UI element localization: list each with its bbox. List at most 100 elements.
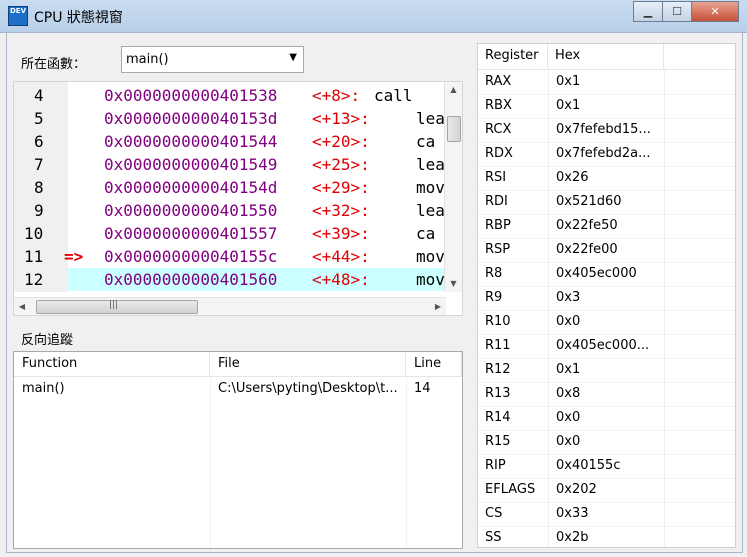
register-hex-value: 0x22fe00: [548, 238, 664, 262]
instruction-offset: <+39>:: [312, 224, 370, 243]
register-row[interactable]: R11 0x405ec000...: [478, 334, 735, 359]
table-row[interactable]: main() C:\Users\pyting\Desktop\t... 14: [14, 377, 462, 401]
instruction-offset: <+44>:: [312, 247, 370, 266]
register-hex-value: 0x202: [548, 478, 664, 502]
register-extra-cell: [664, 358, 735, 382]
register-row[interactable]: R13 0x8: [478, 382, 735, 407]
maximize-button[interactable]: ☐: [662, 1, 692, 22]
register-extra-cell: [664, 526, 735, 547]
register-name: RSP: [485, 242, 511, 257]
register-hex-value: 0x33: [548, 502, 664, 526]
line-number: 12: [24, 270, 44, 289]
register-row[interactable]: R10 0x0: [478, 310, 735, 335]
register-row[interactable]: RDI 0x521d60: [478, 190, 735, 215]
close-button[interactable]: ✕: [691, 1, 739, 22]
instruction-mnemonic: lea: [416, 109, 445, 128]
register-row[interactable]: CS 0x33: [478, 502, 735, 527]
grid-divider: [406, 376, 407, 548]
disassembly-line[interactable]: 8 0x000000000040154d <+29>: mov: [14, 176, 445, 199]
scroll-thumb[interactable]: |||: [36, 300, 198, 314]
register-table: Register Hex RAX 0x1 RBX 0x1 RCX 0x7fefebd15.…: [477, 43, 736, 548]
column-header-register[interactable]: Register: [478, 44, 548, 68]
backtrace-label: 反向追蹤: [21, 333, 74, 348]
register-hex-value: 0x26: [548, 166, 664, 190]
title-bar: DEV CPU 狀態視窗 ▁ ☐ ✕: [0, 0, 747, 33]
instruction-address: 0x0000000000401549: [104, 155, 278, 174]
register-row[interactable]: RDX 0x7fefebd2a...: [478, 142, 735, 167]
register-row[interactable]: R9 0x3: [478, 286, 735, 311]
disassembly-vertical-scrollbar[interactable]: ▲ ▼: [444, 82, 462, 292]
register-hex-value: 0x7fefebd15...: [548, 118, 664, 142]
instruction-mnemonic: mov: [416, 270, 445, 289]
register-row[interactable]: RSP 0x22fe00: [478, 238, 735, 263]
disassembly-line[interactable]: 10 0x0000000000401557 <+39>: ca: [14, 222, 444, 245]
instruction-offset: <+29>:: [312, 178, 370, 197]
register-hex-value: 0x405ec000: [548, 262, 664, 286]
line-number: 11: [24, 247, 44, 266]
function-dropdown-value: main(): [126, 52, 169, 67]
function-dropdown[interactable]: main() ▼: [121, 46, 304, 73]
instruction-address: 0x000000000040153d: [104, 109, 278, 128]
instruction-address: 0x000000000040155c: [104, 247, 278, 266]
register-name: R10: [485, 314, 511, 329]
register-name: R12: [485, 362, 511, 377]
register-row[interactable]: RCX 0x7fefebd15...: [478, 118, 735, 143]
column-header-function[interactable]: Function: [14, 352, 210, 376]
register-row[interactable]: RBX 0x1: [478, 94, 735, 119]
scroll-down-arrow-icon[interactable]: ▼: [445, 276, 462, 292]
register-extra-cell: [664, 238, 735, 262]
register-row[interactable]: SS 0x2b: [478, 526, 735, 547]
register-row[interactable]: RAX 0x1: [478, 70, 735, 95]
disassembly-view[interactable]: 4 0x0000000000401538 <+8>: call 5 0x000000000…: [13, 81, 463, 316]
scroll-left-arrow-icon[interactable]: ◀: [14, 298, 30, 315]
register-name: R15: [485, 434, 511, 449]
disassembly-line[interactable]: 11 => 0x000000000040155c <+44>: mov: [14, 245, 445, 268]
backtrace-file-cell: C:\Users\pyting\Desktop\t...: [218, 381, 398, 396]
disassembly-line[interactable]: 4 0x0000000000401538 <+8>: call: [14, 84, 444, 107]
instruction-mnemonic: call: [374, 86, 413, 105]
register-name: RSI: [485, 170, 507, 185]
register-extra-cell: [664, 118, 735, 142]
minimize-button[interactable]: ▁: [633, 1, 663, 22]
register-row[interactable]: R14 0x0: [478, 406, 735, 431]
register-name: RCX: [485, 122, 512, 137]
register-row[interactable]: RIP 0x40155c: [478, 454, 735, 479]
register-name: RDX: [485, 146, 513, 161]
register-row[interactable]: RSI 0x26: [478, 166, 735, 191]
register-extra-cell: [664, 382, 735, 406]
register-hex-value: 0x1: [548, 358, 664, 382]
disassembly-horizontal-scrollbar[interactable]: ◀ ||| ▶: [14, 297, 446, 315]
disassembly-line[interactable]: 12 0x0000000000401560 <+48>: mov: [24, 268, 445, 291]
scroll-up-arrow-icon[interactable]: ▲: [445, 82, 462, 98]
instruction-mnemonic: mov: [416, 247, 445, 266]
register-hex-value: 0x0: [548, 406, 664, 430]
instruction-offset: <+25>:: [312, 155, 370, 174]
disassembly-line[interactable]: 5 0x000000000040153d <+13>: lea: [14, 107, 445, 130]
backtrace-function-cell: main(): [22, 381, 65, 396]
register-extra-cell: [664, 70, 735, 94]
register-row[interactable]: R15 0x0: [478, 430, 735, 455]
column-header-line[interactable]: Line: [406, 352, 462, 376]
column-header-hex[interactable]: Hex: [548, 44, 664, 68]
register-row[interactable]: R12 0x1: [478, 358, 735, 383]
scroll-thumb[interactable]: [447, 116, 461, 142]
chevron-down-icon: ▼: [289, 52, 297, 63]
register-row[interactable]: R8 0x405ec000: [478, 262, 735, 287]
register-name: CS: [485, 506, 503, 521]
column-header-file[interactable]: File: [210, 352, 406, 376]
disassembly-line[interactable]: 6 0x0000000000401544 <+20>: ca: [14, 130, 444, 153]
register-row[interactable]: EFLAGS 0x202: [478, 478, 735, 503]
line-number: 8: [34, 178, 44, 197]
disassembly-line[interactable]: 9 0x0000000000401550 <+32>: lea: [14, 199, 445, 222]
register-hex-value: 0x8: [548, 382, 664, 406]
column-header-blank: [664, 44, 735, 68]
disassembly-line[interactable]: 7 0x0000000000401549 <+25>: lea: [14, 153, 445, 176]
register-extra-cell: [664, 310, 735, 334]
register-header: Register Hex: [478, 44, 735, 70]
register-name: RIP: [485, 458, 506, 473]
scroll-right-arrow-icon[interactable]: ▶: [430, 298, 446, 315]
register-row[interactable]: RBP 0x22fe50: [478, 214, 735, 239]
register-hex-value: 0x521d60: [548, 190, 664, 214]
current-instruction-marker: =>: [64, 247, 84, 266]
register-name: R11: [485, 338, 511, 353]
